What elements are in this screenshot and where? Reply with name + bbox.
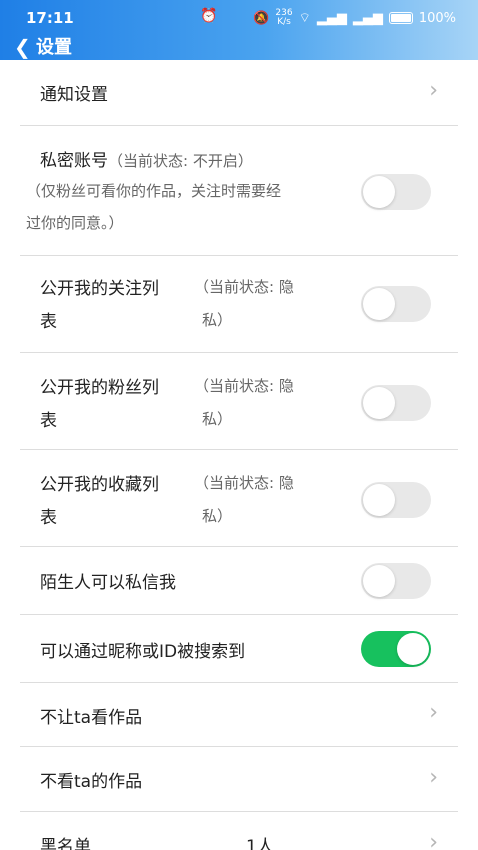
private-account-toggle[interactable] bbox=[361, 174, 431, 210]
blacklist-label: 黑名单 bbox=[40, 837, 91, 850]
private-status: （当前状态: 不开启） bbox=[108, 152, 253, 170]
row-public-fans-list: 公开我的粉丝列 表 （当前状态: 隐 私） bbox=[20, 353, 458, 450]
toggle-knob bbox=[363, 387, 395, 419]
private-desc-line2: 过你的同意。） bbox=[26, 214, 124, 232]
fav-list-title-1: 公开我的收藏列 bbox=[40, 475, 159, 495]
follow-list-title-1: 公开我的关注列 bbox=[40, 279, 159, 299]
back-arrow-icon[interactable]: ❮ bbox=[14, 37, 31, 57]
nav-bar: ❮ 设置 bbox=[0, 36, 478, 60]
follow-list-status-2: 私） bbox=[202, 311, 233, 329]
battery-icon bbox=[388, 12, 413, 24]
chevron-right-icon: › bbox=[429, 78, 438, 103]
toggle-knob bbox=[397, 633, 429, 665]
blacklist-count: 1人 bbox=[246, 837, 274, 850]
not-see-works-label: 不看ta的作品 bbox=[40, 772, 143, 792]
row-stranger-message: 陌生人可以私信我 bbox=[20, 547, 458, 615]
wifi-icon: ⌔ bbox=[298, 11, 311, 26]
row-not-see-works[interactable]: 不看ta的作品 › bbox=[20, 747, 458, 812]
chevron-right-icon: › bbox=[429, 700, 438, 725]
row-notify-label: 通知设置 bbox=[40, 85, 108, 105]
stranger-message-label: 陌生人可以私信我 bbox=[40, 573, 176, 593]
signal-icon: ▂▄▆ bbox=[316, 10, 347, 26]
status-bar: 17:11 ⏰ 🔕 236 K/s ⌔ ▂▄▆ ▂▄▆ 100% bbox=[0, 0, 478, 36]
toggle-knob bbox=[363, 565, 395, 597]
chevron-right-icon: › bbox=[429, 830, 438, 850]
fav-list-title-2: 表 bbox=[40, 508, 57, 528]
row-hide-works-from[interactable]: 不让ta看作品 › bbox=[20, 683, 458, 747]
status-time: 17:11 bbox=[26, 9, 74, 27]
row-public-favorites-list: 公开我的收藏列 表 （当前状态: 隐 私） bbox=[20, 450, 458, 547]
searchable-toggle[interactable] bbox=[361, 631, 431, 667]
public-follow-list-toggle[interactable] bbox=[361, 286, 431, 322]
toggle-knob bbox=[363, 288, 395, 320]
status-icons: 🔕 236 K/s ⌔ ▂▄▆ ▂▄▆ 100% bbox=[253, 9, 456, 27]
row-notify-settings[interactable]: 通知设置 › bbox=[20, 60, 458, 126]
chevron-right-icon: › bbox=[429, 765, 438, 790]
signal-icon-2: ▂▄▆ bbox=[352, 10, 383, 26]
searchable-label: 可以通过昵称或ID被搜索到 bbox=[40, 642, 246, 662]
mute-icon: 🔕 bbox=[253, 10, 270, 26]
private-desc-line1: （仅粉丝可看你的作品，关注时需要经 bbox=[26, 182, 282, 200]
page-title: 设置 bbox=[36, 37, 72, 58]
fans-list-status-2: 私） bbox=[202, 410, 233, 428]
app-header: 17:11 ⏰ 🔕 236 K/s ⌔ ▂▄▆ ▂▄▆ 100% ❮ 设置 bbox=[0, 0, 478, 60]
fans-list-status-1: （当前状态: 隐 bbox=[194, 377, 294, 395]
stranger-message-toggle[interactable] bbox=[361, 563, 431, 599]
row-blacklist[interactable]: 黑名单 1人 › bbox=[20, 812, 458, 850]
net-speed: 236 K/s bbox=[275, 9, 292, 27]
hide-works-label: 不让ta看作品 bbox=[40, 708, 143, 728]
row-public-follow-list: 公开我的关注列 表 （当前状态: 隐 私） bbox=[20, 256, 458, 353]
alarm-icon: ⏰ bbox=[200, 8, 218, 24]
battery-percent: 100% bbox=[418, 10, 456, 26]
fav-list-status-2: 私） bbox=[202, 507, 233, 525]
fans-list-title-1: 公开我的粉丝列 bbox=[40, 378, 159, 398]
fav-list-status-1: （当前状态: 隐 bbox=[194, 474, 294, 492]
toggle-knob bbox=[363, 176, 395, 208]
row-searchable: 可以通过昵称或ID被搜索到 bbox=[20, 615, 458, 683]
public-fans-list-toggle[interactable] bbox=[361, 385, 431, 421]
private-title: 私密账号 bbox=[40, 151, 108, 171]
row-private-account: 私密账号（当前状态: 不开启） （仅粉丝可看你的作品，关注时需要经 过你的同意。… bbox=[20, 126, 458, 256]
follow-list-title-2: 表 bbox=[40, 312, 57, 332]
public-favorites-list-toggle[interactable] bbox=[361, 482, 431, 518]
net-speed-unit: K/s bbox=[277, 17, 291, 27]
fans-list-title-2: 表 bbox=[40, 411, 57, 431]
follow-list-status-1: （当前状态: 隐 bbox=[194, 278, 294, 296]
toggle-knob bbox=[363, 484, 395, 516]
